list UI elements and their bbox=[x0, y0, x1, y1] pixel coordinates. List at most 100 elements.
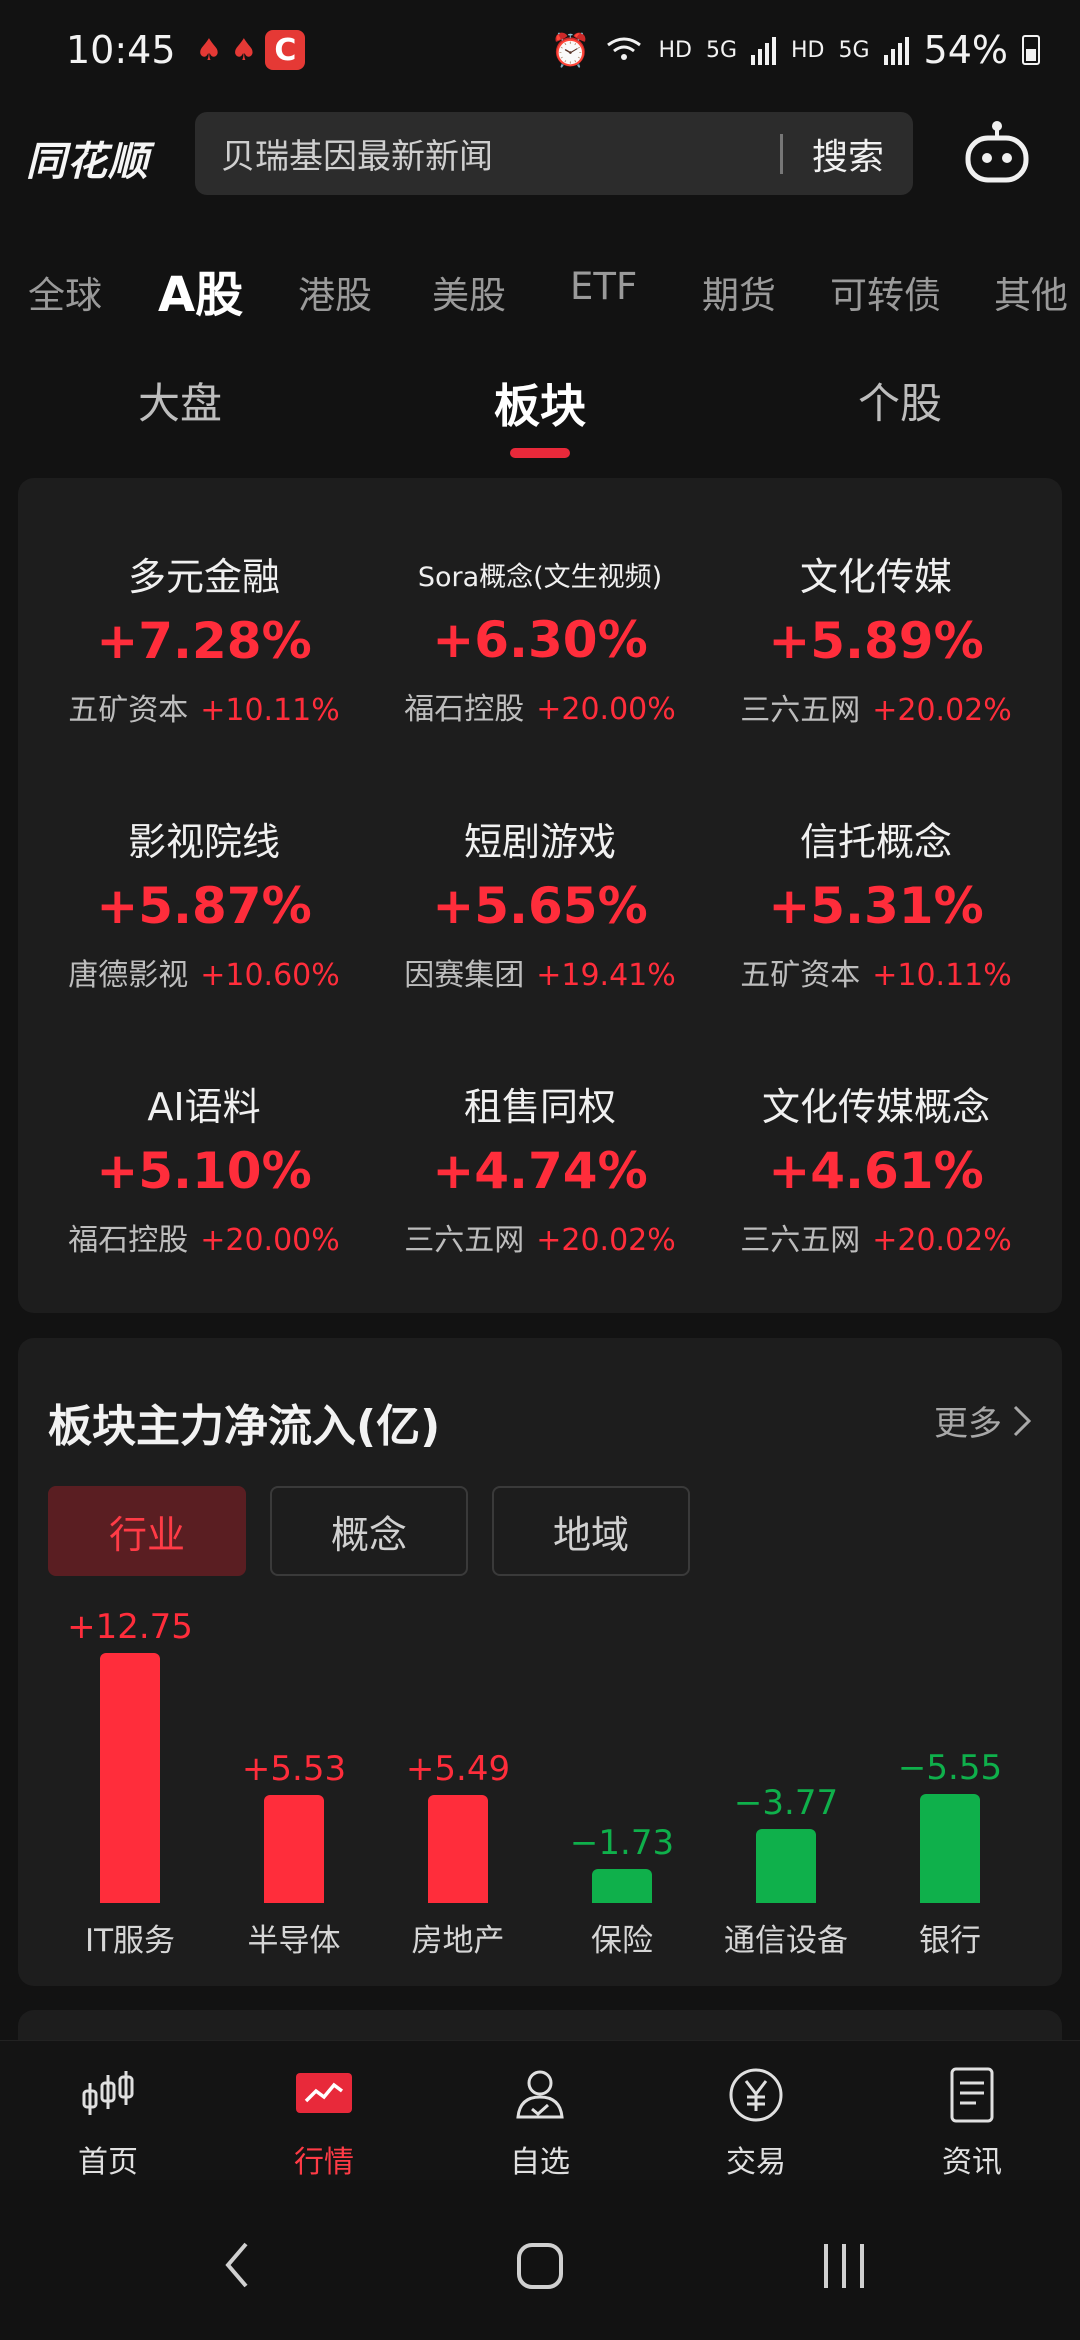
alarm-icon: ⏰ bbox=[550, 31, 591, 69]
leading-stock: 福石控股 bbox=[68, 1223, 189, 1258]
sector-name: Sora概念(文生视频) bbox=[417, 562, 663, 593]
tab-futures[interactable]: 期货 bbox=[702, 265, 776, 319]
flow-bar-value: −5.55 bbox=[897, 1748, 1003, 1789]
status-bar: 10:45 ♠ ♠ C ⏰ HD 5G HD 5G 54% bbox=[0, 0, 1080, 100]
back-icon[interactable] bbox=[222, 2240, 252, 2290]
nav-label: 资讯 bbox=[942, 2145, 1002, 2180]
bottom-nav: 首页 行情 自选 交易 资讯 bbox=[0, 2040, 1080, 2180]
nav-label: 行情 bbox=[294, 2145, 354, 2180]
recent-apps-icon[interactable] bbox=[820, 2242, 868, 2290]
leading-stock: 唐德影视 bbox=[68, 958, 189, 993]
nav-news[interactable]: 资讯 bbox=[902, 2065, 1042, 2181]
tab-convertible[interactable]: 可转债 bbox=[830, 265, 941, 319]
leading-stock-change: +19.41% bbox=[536, 958, 676, 993]
notification-icon: ♠ bbox=[195, 32, 223, 68]
search-input[interactable]: 贝瑞基因最新新闻 bbox=[195, 129, 780, 178]
sector-cell[interactable]: 租售同权 +4.74% 三六五网 +20.02% bbox=[372, 1008, 708, 1273]
nav-watchlist[interactable]: 自选 bbox=[470, 2065, 610, 2181]
sector-change: +5.89% bbox=[768, 612, 984, 670]
notification-icons: ♠ ♠ C bbox=[196, 30, 306, 70]
tab-other[interactable]: 其他 bbox=[994, 265, 1068, 319]
sector-cell[interactable]: 影视院线 +5.87% 唐德影视 +10.60% bbox=[36, 743, 372, 1008]
leading-stock: 三六五网 bbox=[404, 1223, 525, 1258]
flow-bar-label: IT服务 bbox=[84, 1923, 176, 1959]
tab-index[interactable]: 大盘 bbox=[138, 370, 222, 431]
leading-stock: 三六五网 bbox=[740, 693, 861, 728]
flow-bar-value: −3.77 bbox=[733, 1783, 839, 1824]
search-button[interactable]: 搜索 bbox=[783, 128, 913, 180]
flow-bar-label: 房地产 bbox=[411, 1923, 505, 1959]
app-logo[interactable]: 同花顺 bbox=[0, 129, 180, 187]
flow-bar-value: −1.73 bbox=[569, 1823, 675, 1864]
app-notification-icon: C bbox=[265, 30, 306, 70]
network-label: 5G bbox=[838, 37, 870, 63]
flow-bar-value: +5.49 bbox=[405, 1749, 511, 1790]
sub-tabs: 大盘 板块 个股 bbox=[0, 360, 1080, 460]
market-tabs: 全球 A股 港股 美股 ETF 期货 可转债 其他 bbox=[0, 245, 1080, 325]
fund-flow-card: 板块主力净流入(亿) 更多 行业 概念 地域 +12.75 IT服务 +5.53 半导… bbox=[18, 1338, 1062, 1986]
sector-cell[interactable]: 文化传媒 +5.89% 三六五网 +20.02% bbox=[708, 478, 1044, 743]
flow-bar[interactable] bbox=[100, 1653, 160, 1903]
sector-cell[interactable]: 信托概念 +5.31% 五矿资本 +10.11% bbox=[708, 743, 1044, 1008]
leading-stock-change: +20.02% bbox=[872, 1223, 1012, 1258]
sector-cell[interactable]: AI语料 +5.10% 福石控股 +20.00% bbox=[36, 1008, 372, 1273]
market-chart-icon bbox=[296, 2073, 352, 2113]
sector-change: +5.10% bbox=[96, 1142, 312, 1200]
network-label: HD bbox=[791, 37, 825, 63]
flow-bar-value: +5.53 bbox=[241, 1748, 347, 1789]
sector-cell[interactable]: Sora概念(文生视频) +6.30% 福石控股 +20.00% bbox=[372, 478, 708, 743]
nav-home[interactable]: 首页 bbox=[38, 2065, 178, 2181]
sector-change: +4.61% bbox=[768, 1142, 984, 1200]
flow-bar[interactable] bbox=[264, 1794, 324, 1903]
sector-grid: 多元金融 +7.28% 五矿资本 +10.11% Sora概念(文生视频) +6.… bbox=[18, 478, 1062, 1313]
leading-stock-change: +10.11% bbox=[200, 693, 340, 728]
battery-icon bbox=[1022, 35, 1040, 65]
leading-stock: 因赛集团 bbox=[404, 958, 525, 993]
nav-label: 交易 bbox=[726, 2145, 786, 2180]
flow-bar-label: 银行 bbox=[919, 1923, 981, 1959]
sector-cell[interactable]: 短剧游戏 +5.65% 因赛集团 +19.41% bbox=[372, 743, 708, 1008]
sector-change: +5.65% bbox=[432, 877, 648, 935]
nav-market[interactable]: 行情 bbox=[254, 2065, 394, 2181]
sector-name: AI语料 bbox=[147, 1085, 261, 1129]
leading-stock: 五矿资本 bbox=[740, 958, 861, 993]
nav-label: 自选 bbox=[510, 2145, 570, 2180]
search-bar[interactable]: 贝瑞基因最新新闻 搜索 bbox=[195, 112, 913, 195]
signal-icon bbox=[751, 37, 776, 65]
battery-percent: 54% bbox=[923, 28, 1008, 72]
flow-bar[interactable] bbox=[428, 1795, 488, 1903]
leading-stock-change: +20.02% bbox=[872, 693, 1012, 728]
robot-assistant-icon[interactable] bbox=[962, 118, 1032, 188]
tab-us[interactable]: 美股 bbox=[432, 265, 506, 319]
network-label: 5G bbox=[705, 37, 737, 63]
active-tab-indicator bbox=[510, 448, 570, 458]
sector-cell[interactable]: 文化传媒概念 +4.61% 三六五网 +20.02% bbox=[708, 1008, 1044, 1273]
leading-stock-change: +20.02% bbox=[536, 1223, 676, 1258]
document-icon bbox=[950, 2067, 994, 2123]
tab-sector[interactable]: 板块 bbox=[494, 370, 586, 436]
home-icon[interactable] bbox=[516, 2242, 564, 2290]
tab-etf[interactable]: ETF bbox=[570, 265, 637, 308]
fund-flow-bar-chart: +12.75 IT服务 +5.53 半导体 +5.49 房地产 −1.73 保险 −3.77 通信… bbox=[18, 1338, 1062, 1986]
wifi-icon bbox=[607, 37, 642, 60]
system-nav-bar bbox=[0, 2190, 1080, 2340]
tab-a-share[interactable]: A股 bbox=[158, 255, 243, 325]
sector-name: 影视院线 bbox=[127, 820, 280, 864]
leading-stock-change: +20.00% bbox=[200, 1223, 340, 1258]
tab-global[interactable]: 全球 bbox=[28, 265, 102, 319]
leading-stock-change: +20.00% bbox=[536, 692, 676, 727]
candlestick-icon bbox=[82, 2071, 134, 2115]
flow-bar[interactable] bbox=[592, 1869, 652, 1903]
sector-change: +5.87% bbox=[96, 877, 312, 935]
flow-bar-label: 通信设备 bbox=[724, 1923, 848, 1959]
nav-trade[interactable]: 交易 bbox=[686, 2065, 826, 2181]
user-check-icon bbox=[516, 2070, 564, 2119]
flow-bar[interactable] bbox=[756, 1829, 816, 1903]
sector-name: 文化传媒概念 bbox=[761, 1085, 990, 1129]
flow-bar[interactable] bbox=[920, 1794, 980, 1903]
sector-cell[interactable]: 多元金融 +7.28% 五矿资本 +10.11% bbox=[36, 478, 372, 743]
tab-hk[interactable]: 港股 bbox=[298, 265, 372, 319]
sector-change: +4.74% bbox=[432, 1142, 648, 1200]
yen-coin-icon bbox=[729, 2068, 783, 2122]
tab-stock[interactable]: 个股 bbox=[858, 370, 942, 431]
